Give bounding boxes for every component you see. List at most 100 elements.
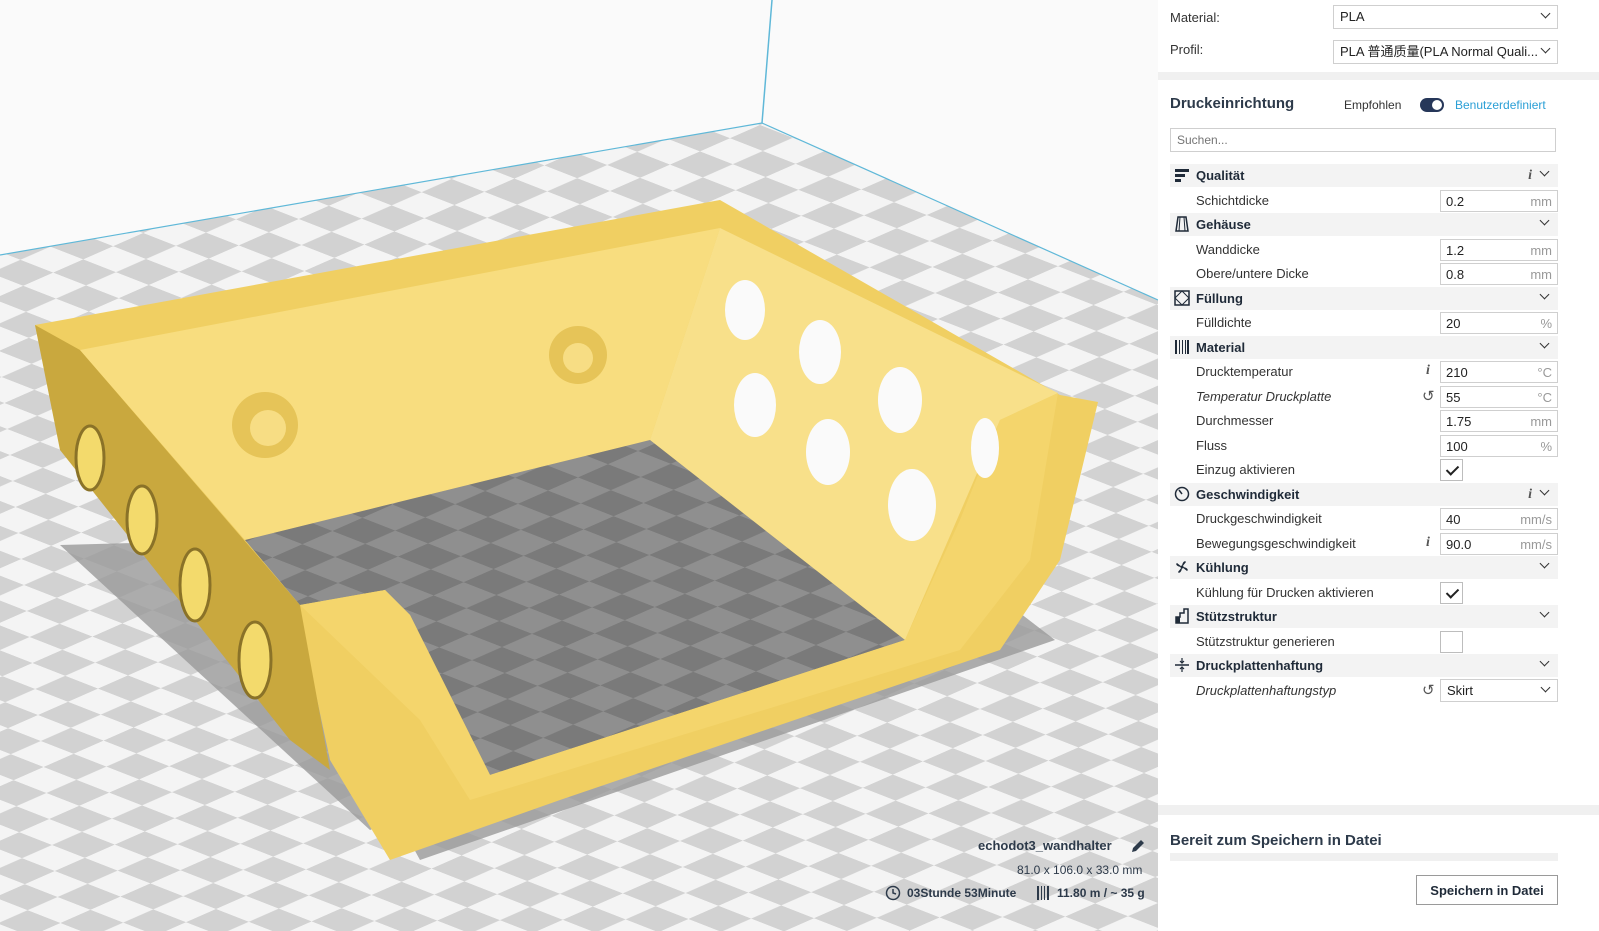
reset-icon[interactable]: ↺ xyxy=(1422,387,1435,405)
cooling-checkbox[interactable] xyxy=(1440,582,1463,604)
support-checkbox[interactable] xyxy=(1440,631,1463,653)
infill-density-field[interactable]: 20% xyxy=(1440,312,1558,334)
fan-icon xyxy=(1176,561,1188,573)
setting-print-temperature: Drucktemperatur i 210 °C xyxy=(1170,360,1558,383)
diameter-field[interactable]: 1.75 mm xyxy=(1440,410,1558,432)
field-unit: mm xyxy=(1530,267,1552,282)
setting-support-enable: Stützstruktur generieren xyxy=(1170,630,1558,653)
chevron-down-icon xyxy=(1539,558,1550,569)
save-to-file-button[interactable]: Speichern in Datei xyxy=(1416,875,1558,905)
ready-status: Bereit zum Speichern in Datei xyxy=(1170,832,1382,849)
reset-icon[interactable]: ↺ xyxy=(1422,681,1435,699)
top-bottom-thickness-field[interactable]: 0.8 mm xyxy=(1440,263,1558,285)
check-mark-icon xyxy=(1445,585,1460,599)
setting-label: Fülldichte xyxy=(1196,315,1252,330)
profile-select[interactable]: PLA 普通质量(PLA Normal Quali... xyxy=(1333,40,1558,64)
select-value: Skirt xyxy=(1447,683,1473,698)
category-label: Kühlung xyxy=(1196,560,1249,575)
field-value: 40 xyxy=(1446,512,1461,527)
settings-panel: Material: PLA Profil: PLA 普通质量(PLA Norma… xyxy=(1158,0,1599,931)
bed-temperature-field[interactable]: 55 °C xyxy=(1440,386,1558,408)
category-label: Gehäuse xyxy=(1196,217,1251,232)
category-shell[interactable]: Gehäuse xyxy=(1170,213,1558,236)
edit-pencil-icon[interactable] xyxy=(1130,838,1146,854)
setting-label: Drucktemperatur xyxy=(1196,364,1293,379)
field-value: 0.8 xyxy=(1446,267,1465,282)
field-value: 90.0 xyxy=(1446,537,1472,552)
object-dimensions: 81.0 x 106.0 x 33.0 mm xyxy=(1017,863,1143,877)
save-card: Bereit zum Speichern in Datei xyxy=(1158,815,1599,931)
field-value: 55 xyxy=(1446,390,1461,405)
material-profile-card: Material: PLA Profil: PLA 普通质量(PLA Norma… xyxy=(1158,0,1599,72)
info-icon[interactable]: i xyxy=(1528,487,1532,503)
category-speed[interactable]: Geschwindigkeit i xyxy=(1170,483,1558,506)
print-speed-field[interactable]: 40 mm/s xyxy=(1440,508,1558,530)
3d-viewport[interactable]: echodot3_wandhalter 81.0 x 106.0 x 33.0 … xyxy=(0,0,1158,931)
category-label: Material xyxy=(1196,340,1246,355)
chevron-down-icon xyxy=(1539,289,1550,300)
setting-flow: Fluss 100% xyxy=(1170,434,1558,457)
object-name: echodot3_wandhalter xyxy=(978,838,1112,853)
mode-custom[interactable]: Benutzerdefiniert xyxy=(1455,98,1546,112)
print-temperature-field[interactable]: 210 °C xyxy=(1440,361,1558,383)
category-cooling[interactable]: Kühlung xyxy=(1170,556,1558,579)
chevron-down-icon xyxy=(1539,607,1550,618)
category-label: Füllung xyxy=(1196,291,1243,306)
adhesion-type-select[interactable]: Skirt xyxy=(1440,679,1558,702)
setting-top-bottom-thickness: Obere/untere Dicke 0.8 mm xyxy=(1170,262,1558,285)
settings-search-input[interactable] xyxy=(1170,128,1556,152)
category-support[interactable]: Stützstruktur xyxy=(1170,605,1558,628)
material-label: Material: xyxy=(1170,10,1220,25)
setting-label: Kühlung für Drucken aktivieren xyxy=(1196,585,1374,600)
field-value: 0.2 xyxy=(1446,194,1465,209)
field-unit: mm/s xyxy=(1520,537,1552,552)
category-infill[interactable]: Füllung xyxy=(1170,287,1558,310)
chevron-down-icon xyxy=(1539,656,1550,667)
setting-label: Durchmesser xyxy=(1196,413,1274,428)
mode-toggle[interactable] xyxy=(1420,98,1444,112)
setting-retraction: Einzug aktivieren xyxy=(1170,458,1558,481)
setting-travel-speed: Bewegungsgeschwindigkeit i 90.0 mm/s xyxy=(1170,532,1558,555)
print-setup-title: Druckeinrichtung xyxy=(1170,95,1295,112)
field-unit: °C xyxy=(1537,390,1552,405)
field-unit: mm xyxy=(1530,194,1552,209)
profile-select-value: PLA 普通质量(PLA Normal Quali... xyxy=(1340,44,1538,59)
setting-adhesion-type: Druckplattenhaftungstyp ↺ Skirt xyxy=(1170,679,1558,702)
material-usage: 11.80 m / ~ 35 g xyxy=(1057,886,1145,900)
setting-wall-thickness: Wanddicke 1.2 mm xyxy=(1170,238,1558,261)
setting-label: Fluss xyxy=(1196,438,1228,453)
setting-label: Obere/untere Dicke xyxy=(1196,266,1309,281)
flow-field[interactable]: 100% xyxy=(1440,435,1558,457)
wall-thickness-field[interactable]: 1.2 mm xyxy=(1440,239,1558,261)
category-adhesion[interactable]: Druckplattenhaftung xyxy=(1170,654,1558,677)
field-unit: mm xyxy=(1530,243,1552,258)
material-select[interactable]: PLA xyxy=(1333,5,1558,29)
travel-speed-field[interactable]: 90.0 mm/s xyxy=(1440,533,1558,555)
setting-diameter: Durchmesser 1.75 mm xyxy=(1170,409,1558,432)
setting-label: Druckplattenhaftungstyp xyxy=(1196,683,1337,698)
category-label: Qualität xyxy=(1196,168,1245,183)
chevron-down-icon xyxy=(1539,338,1550,349)
field-value: 1.75 xyxy=(1446,414,1472,429)
setting-cooling-enable: Kühlung für Drucken aktivieren xyxy=(1170,581,1558,604)
info-icon[interactable]: i xyxy=(1426,363,1430,379)
material-select-value: PLA xyxy=(1340,9,1365,24)
info-icon[interactable]: i xyxy=(1528,168,1532,184)
info-icon[interactable]: i xyxy=(1426,535,1430,551)
layer-height-field[interactable]: 0.2 mm xyxy=(1440,190,1558,212)
setting-label: Wanddicke xyxy=(1196,242,1260,257)
clock-icon xyxy=(885,885,901,901)
setting-label: Schichtdicke xyxy=(1196,193,1269,208)
field-value: 210 xyxy=(1446,365,1468,380)
setting-label: Bewegungsgeschwindigkeit xyxy=(1196,536,1356,551)
field-value: 1.2 xyxy=(1446,243,1465,258)
field-unit: % xyxy=(1540,439,1552,454)
retraction-checkbox[interactable] xyxy=(1440,459,1463,481)
chevron-down-icon xyxy=(1539,166,1550,177)
category-material[interactable]: Material xyxy=(1170,336,1558,359)
field-unit: % xyxy=(1540,316,1552,331)
field-value: 100 xyxy=(1446,439,1468,454)
mode-recommended[interactable]: Empfohlen xyxy=(1344,98,1401,112)
field-unit: mm xyxy=(1530,414,1552,429)
category-quality[interactable]: Qualität i xyxy=(1170,164,1558,187)
